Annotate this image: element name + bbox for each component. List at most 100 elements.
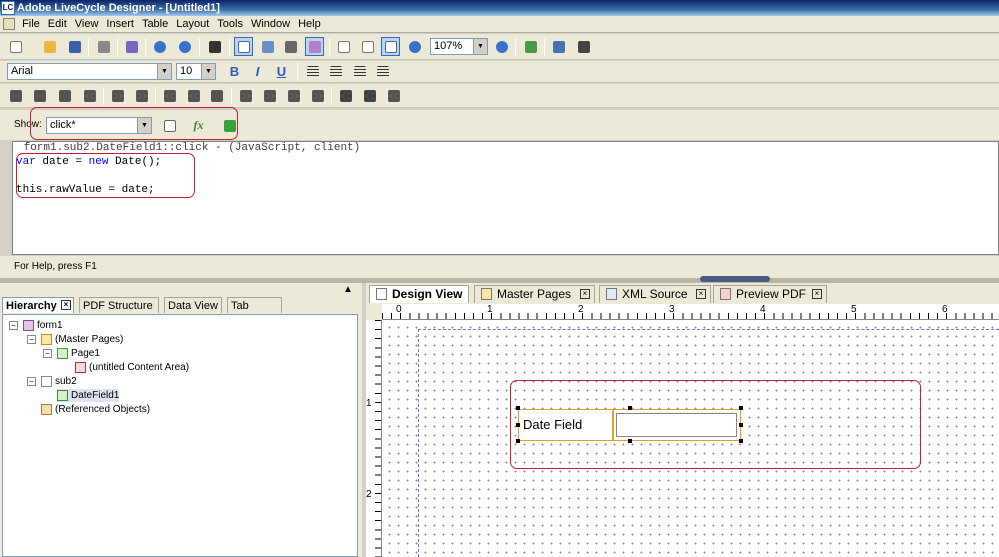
distribute-grid-button[interactable]: [207, 86, 226, 105]
make-same-width-button[interactable]: [236, 86, 255, 105]
menu-window[interactable]: Window: [247, 16, 294, 33]
close-icon[interactable]: ×: [61, 300, 71, 310]
collapse-icon[interactable]: −: [9, 321, 18, 330]
vertical-ruler: 1 2: [366, 320, 382, 557]
menu-layout[interactable]: Layout: [172, 16, 213, 33]
panel-menu-icon[interactable]: ▲: [341, 283, 355, 297]
grid-button[interactable]: [234, 37, 253, 56]
tab-preview-pdf-label: Preview PDF: [736, 287, 807, 301]
zoom-in-icon[interactable]: [492, 37, 511, 56]
undo-button[interactable]: [150, 37, 169, 56]
align-horizontal-center-button[interactable]: [132, 86, 151, 105]
align-top-button[interactable]: [55, 86, 74, 105]
content-area-icon: [75, 361, 86, 373]
align-right-edges-button[interactable]: [30, 86, 49, 105]
preview-button[interactable]: [122, 37, 141, 56]
tree-label-form1: form1: [37, 320, 63, 331]
left-tab-row: Hierarchy× PDF Structure Data View Tab O…: [2, 297, 358, 328]
splitter-grip[interactable]: [700, 276, 770, 282]
tree-node-master-pages[interactable]: (Master Pages): [41, 333, 123, 346]
ruler-h-1: 1: [487, 304, 493, 315]
tab-data-view[interactable]: Data View: [164, 297, 222, 313]
save-button[interactable]: [65, 37, 84, 56]
horizontal-ruler: 0 1 2 3 4 5 6: [382, 304, 999, 320]
tree-node-referenced-objects[interactable]: (Referenced Objects): [41, 403, 150, 416]
tree-node-sub2[interactable]: sub2: [41, 375, 77, 388]
tree-node-content-area[interactable]: (untitled Content Area): [75, 361, 189, 374]
binoculars-button[interactable]: [205, 37, 224, 56]
abc-check-button[interactable]: [549, 37, 568, 56]
tree-node-form1[interactable]: form1: [23, 319, 63, 332]
tree-node-datefield1[interactable]: DateField1: [57, 389, 120, 402]
ruler-h-3: 3: [669, 304, 675, 315]
tab-tab-order[interactable]: Tab Order: [227, 297, 282, 328]
close-icon[interactable]: ×: [696, 289, 706, 299]
script-brackets-button[interactable]: [384, 86, 403, 105]
print-button[interactable]: [94, 37, 113, 56]
tab-hierarchy[interactable]: Hierarchy ×: [2, 297, 74, 313]
tools-button[interactable]: [281, 37, 300, 56]
align-left-button[interactable]: [303, 62, 322, 81]
tab-preview-pdf[interactable]: Preview PDF ×: [713, 285, 827, 303]
align-left-edges-button[interactable]: [6, 86, 25, 105]
close-icon[interactable]: ×: [812, 289, 822, 299]
menu-file[interactable]: File: [18, 16, 44, 33]
align-bottom-button[interactable]: [80, 86, 99, 105]
referenced-objects-icon: [41, 403, 52, 415]
tab-design-view[interactable]: Design View: [369, 285, 469, 303]
italic-button[interactable]: I: [248, 62, 267, 81]
collapse-icon[interactable]: −: [27, 335, 36, 344]
zoom-out-icon[interactable]: [405, 37, 424, 56]
justify-button[interactable]: [373, 62, 392, 81]
palette-button[interactable]: [574, 37, 593, 56]
collapse-icon[interactable]: −: [27, 377, 36, 386]
menu-table[interactable]: Table: [138, 16, 172, 33]
snap-grid-button[interactable]: [258, 37, 277, 56]
fit-height-button[interactable]: [358, 37, 377, 56]
tab-xml-source[interactable]: XML Source ×: [599, 285, 711, 303]
tab-master-pages[interactable]: Master Pages ×: [474, 285, 595, 303]
object-boundary-button[interactable]: [305, 37, 324, 56]
open-button[interactable]: [40, 37, 59, 56]
highlight-date-field-box: [510, 380, 921, 469]
font-size-select[interactable]: 10 ▼: [176, 63, 216, 80]
redo-button[interactable]: [175, 37, 194, 56]
fit-page-button[interactable]: [334, 37, 353, 56]
zoom-select[interactable]: 107% ▼: [430, 38, 488, 55]
underline-button[interactable]: U: [272, 62, 291, 81]
tree-node-page1[interactable]: Page1: [57, 347, 100, 360]
menu-help[interactable]: Help: [294, 16, 325, 33]
font-name-select[interactable]: Arial ▼: [7, 63, 172, 80]
ruler-h-2: 2: [578, 304, 584, 315]
master-pages-icon: [41, 333, 52, 345]
title-bar: Adobe LiveCycle Designer - [Untitled1]: [0, 0, 999, 16]
ungroup-button[interactable]: [360, 86, 379, 105]
document-tabs: Design View Master Pages × XML Source × Pr…: [366, 283, 999, 303]
align-right-button[interactable]: [350, 62, 369, 81]
center-page-button[interactable]: [308, 86, 327, 105]
close-icon[interactable]: ×: [580, 289, 590, 299]
ruler-h-6: 6: [942, 304, 948, 315]
new-button[interactable]: [6, 37, 25, 56]
ruler-h-5: 5: [851, 304, 857, 315]
menu-view[interactable]: View: [71, 16, 103, 33]
distribute-horizontal-button[interactable]: [160, 86, 179, 105]
align-vertical-center-button[interactable]: [108, 86, 127, 105]
check-spelling-button[interactable]: [521, 37, 540, 56]
menu-edit[interactable]: Edit: [44, 16, 71, 33]
tab-pdf-structure[interactable]: PDF Structure: [79, 297, 159, 313]
menu-insert[interactable]: Insert: [102, 16, 138, 33]
design-canvas[interactable]: Date Field: [382, 320, 999, 557]
collapse-icon[interactable]: −: [43, 349, 52, 358]
tab-xml-source-label: XML Source: [622, 287, 688, 301]
bold-button[interactable]: B: [225, 62, 244, 81]
make-same-height-button[interactable]: [260, 86, 279, 105]
make-same-size-button[interactable]: [284, 86, 303, 105]
align-center-button[interactable]: [326, 62, 345, 81]
distribute-vertical-button[interactable]: [184, 86, 203, 105]
tree-label-referenced: (Referenced Objects): [55, 404, 151, 415]
menu-tools[interactable]: Tools: [213, 16, 247, 33]
fit-width-button[interactable]: [381, 37, 400, 56]
ruler-h-0: 0: [396, 304, 402, 315]
group-button[interactable]: [336, 86, 355, 105]
